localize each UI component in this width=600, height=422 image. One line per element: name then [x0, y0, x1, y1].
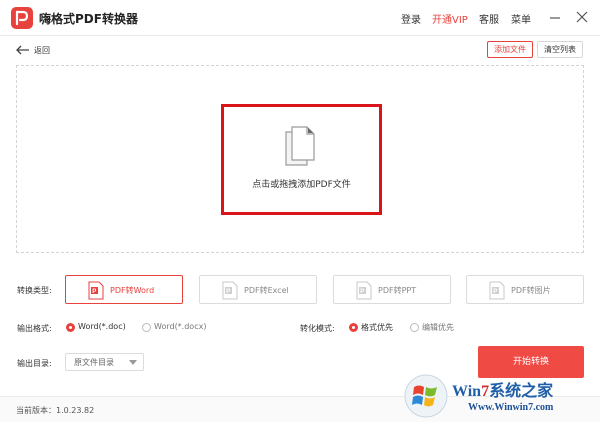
- radio-dot: [66, 323, 75, 332]
- mode-edit-first-radio[interactable]: 编辑优先: [410, 322, 462, 334]
- convert-type-label: 转换类型:: [17, 286, 52, 295]
- output-dir-select[interactable]: 原文件目录: [65, 353, 144, 371]
- title-bar: 嗨格式PDF转换器 登录 开通VIP 客服 菜单: [0, 0, 600, 36]
- radio-dot: [142, 323, 151, 332]
- document-stack-icon: [283, 125, 319, 167]
- watermark: Win7系统之家 Www.Winwin7.com: [402, 372, 600, 422]
- clear-list-button[interactable]: 清空列表: [537, 41, 583, 58]
- radio-label: Word(*.docx): [154, 322, 207, 331]
- watermark-title: Win7系统之家: [452, 383, 554, 400]
- type-pdf-to-excel[interactable]: P PDF转Excel: [199, 275, 317, 304]
- radio-dot: [410, 323, 419, 332]
- type-label: PDF转Excel: [244, 286, 289, 295]
- radio-label: 格式优先: [361, 323, 393, 332]
- login-link[interactable]: 登录: [401, 11, 421, 26]
- app-logo-icon: [11, 7, 33, 29]
- app-title: 嗨格式PDF转换器: [39, 12, 138, 26]
- convert-mode-label: 转化模式:: [300, 324, 335, 333]
- vip-link[interactable]: 开通VIP: [432, 11, 468, 26]
- back-label: 返回: [34, 46, 50, 55]
- svg-text:P: P: [493, 289, 497, 295]
- radio-label: 编辑优先: [422, 323, 454, 332]
- format-docx-radio[interactable]: Word(*.docx): [142, 322, 222, 334]
- svg-text:P: P: [92, 289, 96, 295]
- radio-dot: [349, 323, 358, 332]
- ppt-file-icon: P: [356, 281, 372, 300]
- mode-format-first-radio[interactable]: 格式优先: [349, 322, 401, 334]
- add-file-button[interactable]: 添加文件: [487, 41, 533, 58]
- excel-file-icon: P: [222, 281, 238, 300]
- svg-text:P: P: [226, 289, 230, 295]
- svg-text:P: P: [360, 289, 364, 295]
- type-pdf-to-word[interactable]: P PDF转Word: [65, 275, 183, 304]
- service-link[interactable]: 客服: [479, 11, 499, 26]
- type-pdf-to-image[interactable]: P PDF转图片: [466, 275, 584, 304]
- drop-zone-label: 点击或拖拽添加PDF文件: [252, 180, 351, 190]
- close-icon[interactable]: [574, 9, 590, 25]
- output-format-label: 输出格式:: [17, 324, 52, 333]
- output-dir-value: 原文件目录: [74, 358, 114, 367]
- output-dir-label: 输出目录:: [17, 359, 52, 368]
- type-label: PDF转图片: [511, 286, 551, 295]
- image-file-icon: P: [489, 281, 505, 300]
- format-doc-radio[interactable]: Word(*.doc): [66, 322, 136, 334]
- windows-logo-icon: [404, 374, 448, 418]
- chevron-down-icon: [129, 360, 137, 365]
- menu-link[interactable]: 菜单: [511, 11, 531, 26]
- arrow-left-icon: [16, 45, 29, 55]
- type-label: PDF转Word: [110, 286, 155, 295]
- version-label: 当前版本：1.0.23.82: [16, 406, 95, 415]
- radio-label: Word(*.doc): [78, 322, 126, 331]
- minimize-icon[interactable]: [547, 9, 563, 25]
- type-pdf-to-ppt[interactable]: P PDF转PPT: [333, 275, 451, 304]
- word-file-icon: P: [88, 281, 104, 300]
- type-label: PDF转PPT: [378, 286, 417, 295]
- watermark-url: Www.Winwin7.com: [468, 402, 554, 413]
